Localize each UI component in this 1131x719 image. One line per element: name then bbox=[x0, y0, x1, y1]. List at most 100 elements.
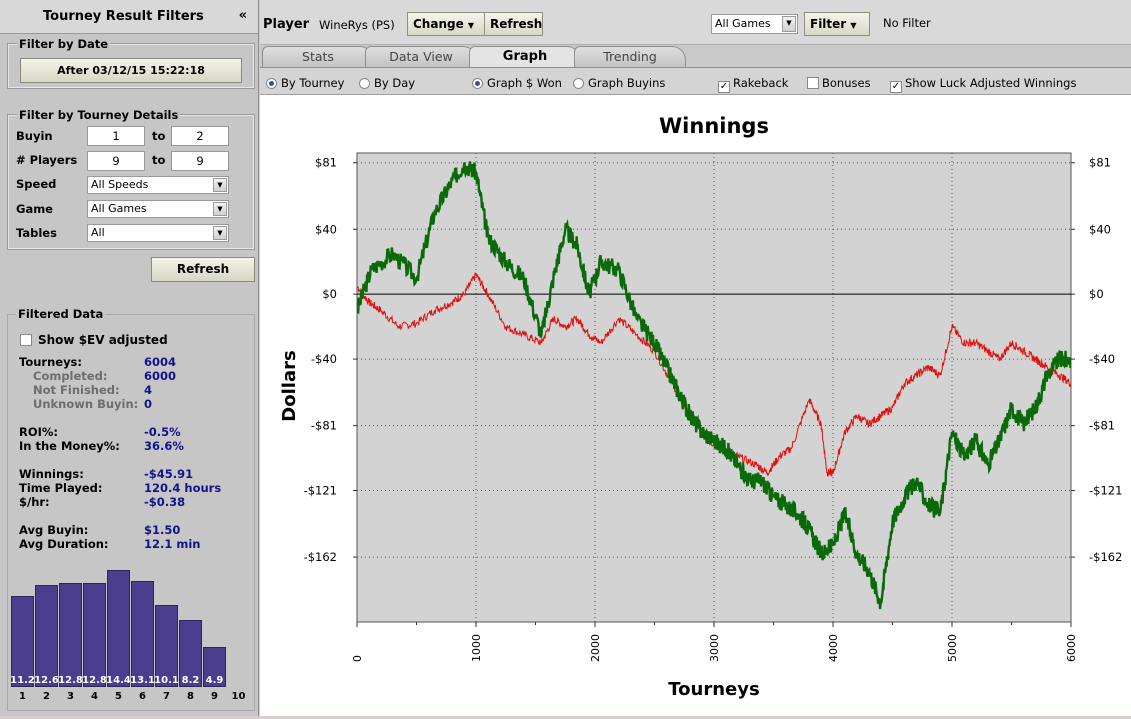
rakeback-option[interactable]: ✓ Rakeback bbox=[718, 76, 788, 93]
by-tourney-option[interactable]: By Tourney bbox=[266, 76, 344, 90]
graph-options-bar: By Tourney By Day Graph $ Won Graph Buyi… bbox=[260, 67, 1131, 95]
avg-duration-value: 12.1 min bbox=[144, 537, 201, 551]
by-tourney-label: By Tourney bbox=[281, 76, 345, 90]
histogram-bar: 11.2 bbox=[10, 596, 35, 687]
bonuses-label: Bonuses bbox=[822, 76, 871, 90]
graph-buyins-option[interactable]: Graph Buyins bbox=[573, 76, 665, 90]
player-name: WineRys (PS) bbox=[319, 18, 395, 32]
change-button-label: Change bbox=[413, 17, 464, 31]
y-tick-label: $40 bbox=[315, 222, 337, 236]
finish-position-histogram: 1 11.2 2 12.6 3 12.8 4 12.8 5 14.4 6 13.1 7 10.1 8 8.2 9… bbox=[10, 558, 257, 708]
histogram-bar-label: 12.6 bbox=[34, 675, 59, 686]
graph-buyins-label: Graph Buyins bbox=[588, 76, 666, 90]
chevron-down-icon: ▼ bbox=[213, 226, 227, 240]
luck-adjusted-option[interactable]: ✓ Show Luck Adjusted Winnings bbox=[890, 76, 1076, 93]
games-select[interactable]: All Games ▼ bbox=[711, 14, 798, 34]
graph-won-label: Graph $ Won bbox=[487, 76, 562, 90]
date-filter-button[interactable]: After 03/12/15 15:22:18 bbox=[20, 58, 242, 83]
histogram-bar: 10.1 bbox=[154, 604, 179, 687]
player-toolbar: Player WineRys (PS) Change ▼ Refresh All… bbox=[260, 0, 1131, 45]
game-select[interactable]: All Games ▼ bbox=[87, 200, 229, 218]
time-played-label: Time Played: bbox=[19, 481, 103, 495]
unknown-buyin-value: 0 bbox=[144, 397, 153, 411]
x-tick-label: 1000 bbox=[470, 634, 483, 662]
graph-won-option[interactable]: Graph $ Won bbox=[472, 76, 562, 90]
x-tick-label: 5000 bbox=[946, 634, 959, 662]
games-select-value: All Games bbox=[715, 17, 771, 30]
collapse-icon[interactable]: « bbox=[239, 8, 247, 23]
y-tick-label: $0 bbox=[322, 287, 337, 301]
histogram-bar: 8.2 bbox=[179, 620, 202, 687]
chevron-down-icon: ▼ bbox=[782, 16, 796, 32]
tab-stats[interactable]: Stats bbox=[262, 46, 374, 68]
per-hour-value: -$0.38 bbox=[144, 495, 186, 509]
histogram-bar: 12.6 bbox=[34, 584, 59, 687]
radio-selected-icon bbox=[472, 78, 483, 89]
tables-select-value: All bbox=[91, 226, 105, 239]
players-to-input[interactable]: 9 bbox=[171, 151, 229, 171]
histogram-bar: 12.8 bbox=[58, 583, 83, 687]
y-axis-label: Dollars bbox=[279, 350, 300, 421]
view-tabs: Stats Data View Graph Trending bbox=[260, 45, 1131, 68]
chart-title: Winnings bbox=[659, 114, 769, 138]
histogram-bar-label: 4.9 bbox=[205, 675, 224, 686]
per-hour-label: $/hr: bbox=[19, 495, 50, 509]
caret-down-icon: ▼ bbox=[850, 21, 857, 30]
x-axis-label: Tourneys bbox=[668, 679, 759, 700]
tab-graph[interactable]: Graph bbox=[469, 46, 581, 68]
radio-selected-icon bbox=[266, 78, 277, 89]
sidebar-header: Tourney Result Filters « bbox=[0, 0, 258, 34]
filter-status: No Filter bbox=[883, 16, 931, 30]
main-panel: Player WineRys (PS) Change ▼ Refresh All… bbox=[260, 0, 1131, 716]
filtered-data-label: Filtered Data bbox=[16, 307, 106, 321]
histogram-position-label: 6 bbox=[139, 691, 146, 702]
y-tick-label-right: $81 bbox=[1089, 156, 1111, 170]
itm-label: In the Money%: bbox=[19, 439, 120, 453]
y-tick-label-right: $40 bbox=[1089, 222, 1111, 236]
radio-icon bbox=[573, 78, 584, 89]
speed-select-value: All Speeds bbox=[91, 178, 149, 191]
game-label: Game bbox=[16, 202, 53, 216]
histogram-position-label: 2 bbox=[43, 691, 50, 702]
caret-down-icon: ▼ bbox=[467, 21, 475, 30]
avg-duration-label: Avg Duration: bbox=[19, 537, 109, 551]
checkmark-icon: ✓ bbox=[890, 81, 902, 93]
radio-icon bbox=[359, 78, 370, 89]
y-tick-label: $81 bbox=[315, 156, 337, 170]
sidebar-title: Tourney Result Filters bbox=[43, 9, 204, 24]
y-tick-label-right: -$81 bbox=[1089, 419, 1115, 433]
not-finished-label: Not Finished: bbox=[33, 383, 120, 397]
rakeback-label: Rakeback bbox=[733, 76, 789, 90]
tables-select[interactable]: All ▼ bbox=[87, 224, 229, 242]
buyin-to-input[interactable]: 2 bbox=[171, 126, 229, 146]
histogram-bar-label: 10.1 bbox=[154, 675, 179, 686]
histogram-position-label: 8 bbox=[187, 691, 194, 702]
ev-adjusted-checkbox[interactable] bbox=[20, 334, 32, 346]
by-day-option[interactable]: By Day bbox=[359, 76, 415, 90]
winnings-value: -$45.91 bbox=[144, 467, 194, 481]
bonuses-option[interactable]: Bonuses bbox=[807, 76, 871, 90]
filter-button[interactable]: Filter ▼ bbox=[804, 12, 870, 36]
speed-select[interactable]: All Speeds ▼ bbox=[87, 176, 229, 194]
histogram-bar-label: 14.4 bbox=[106, 675, 131, 686]
tab-trending[interactable]: Trending bbox=[574, 46, 686, 68]
tourneys-label: Tourneys: bbox=[19, 355, 83, 369]
histogram-position-label: 10 bbox=[231, 691, 246, 702]
players-from-input[interactable]: 9 bbox=[87, 151, 145, 171]
tourneys-value: 6004 bbox=[144, 355, 177, 369]
change-player-button[interactable]: Change ▼ bbox=[407, 12, 485, 36]
completed-label: Completed: bbox=[33, 369, 108, 383]
game-select-value: All Games bbox=[91, 202, 147, 215]
avg-buyin-value: $1.50 bbox=[144, 523, 181, 537]
buyin-from-input[interactable]: 1 bbox=[87, 126, 145, 146]
itm-value: 36.6% bbox=[144, 439, 184, 453]
tab-data-view[interactable]: Data View bbox=[365, 46, 477, 68]
time-played-value: 120.4 hours bbox=[144, 481, 222, 495]
sidebar-refresh-button[interactable]: Refresh bbox=[151, 257, 255, 282]
filter-by-date-label: Filter by Date bbox=[17, 37, 111, 51]
chevron-down-icon: ▼ bbox=[213, 178, 227, 192]
unknown-buyin-label: Unknown Buyin: bbox=[33, 397, 139, 411]
players-to-label: to bbox=[152, 153, 166, 167]
refresh-button[interactable]: Refresh bbox=[484, 12, 543, 36]
histogram-bar: 14.4 bbox=[106, 570, 131, 687]
